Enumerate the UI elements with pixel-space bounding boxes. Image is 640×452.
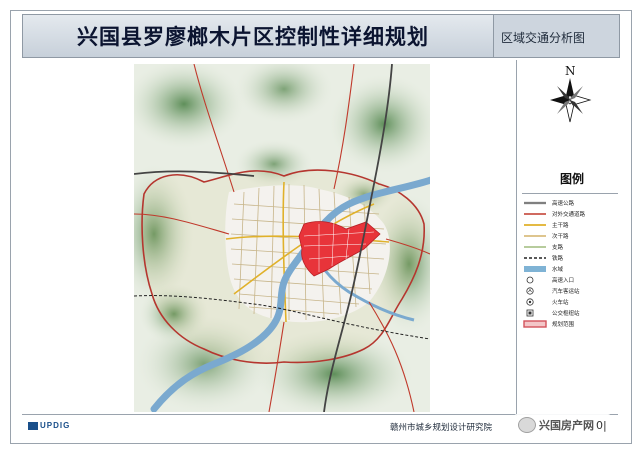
branch-road-swatch: [524, 246, 546, 248]
legend-divider: [516, 60, 517, 416]
legend-label: 高速公路: [552, 201, 575, 207]
circle-icon-swatch: [526, 276, 534, 284]
water-swatch: [524, 266, 546, 272]
legend-label: 对外交通道路: [552, 212, 586, 218]
legend-label: 公交枢纽站: [552, 311, 580, 317]
logo-text: UPDIG: [40, 421, 71, 430]
legend-label: 火车站: [552, 300, 569, 306]
legend-item-bus-hub-icon: 公交枢纽站: [522, 308, 618, 318]
title-panel: 兴国县罗廖榔木片区控制性详细规划: [23, 15, 494, 57]
legend-label: 水域: [552, 267, 564, 273]
legend-item-water: 水域: [522, 264, 618, 274]
updig-logo: UPDIG: [28, 421, 70, 430]
page-title: 兴国县罗廖榔木片区控制性详细规划: [77, 25, 429, 49]
legend-separator: [522, 193, 618, 194]
map-canvas: [134, 64, 430, 412]
legend-item-plan-boundary: 规划范围: [522, 319, 618, 329]
legend-item-railway: 铁路: [522, 253, 618, 263]
legend-item-highway: 高速公路: [522, 198, 618, 208]
logo-mark-icon: [28, 421, 38, 430]
secondary-road-swatch: [524, 235, 546, 237]
legend-item-train-station-icon: 火车站: [522, 297, 618, 307]
legend-item-main-road: 主干路: [522, 220, 618, 230]
map-legend: 图例 高速公路对外交通道路 主干路次干路支路铁路水域高速入口汽车客运站火车站公交枢…: [522, 170, 618, 330]
legend-label: 支路: [552, 245, 564, 251]
legend-label: 铁路: [552, 256, 564, 262]
legend-item-external-road: 对外交通道路: [522, 209, 618, 219]
north-arrow-icon: [550, 78, 592, 123]
title-bar: 兴国县罗廖榔木片区控制性详细规划 区域交通分析图: [22, 14, 620, 58]
highway-swatch: [524, 201, 546, 205]
legend-items: 高速公路对外交通道路 主干路次干路支路铁路水域高速入口汽车客运站火车站公交枢纽站规…: [522, 198, 618, 329]
railway-swatch: [524, 257, 546, 259]
legend-item-secondary-road: 次干路: [522, 231, 618, 241]
plan-boundary-swatch: [523, 320, 547, 328]
legend-label: 次干路: [552, 234, 569, 240]
main-road-swatch: [524, 224, 546, 226]
train-station-icon-swatch: [526, 298, 534, 306]
bus-hub-icon-swatch: [526, 309, 534, 317]
legend-label: 高速入口: [552, 278, 575, 284]
watermark-text: 兴国房产网: [539, 419, 594, 432]
external-road-swatch: [524, 213, 546, 215]
bus-station-icon-swatch: [526, 287, 534, 295]
wechat-icon: [518, 417, 536, 433]
legend-item-circle-icon: 高速入口: [522, 275, 618, 285]
legend-label: 主干路: [552, 223, 569, 229]
legend-title: 图例: [559, 172, 584, 186]
legend-label: 规划范围: [552, 322, 575, 328]
organization-name: 赣州市城乡规划设计研究院: [390, 423, 493, 433]
map-subtitle: 区域交通分析图: [501, 31, 586, 45]
traffic-map: [134, 64, 430, 412]
legend-item-branch-road: 支路: [522, 242, 618, 252]
watermark-suffix: 0|: [596, 418, 607, 432]
legend-item-bus-station-icon: 汽车客运站: [522, 286, 618, 296]
legend-label: 汽车客运站: [552, 289, 580, 295]
watermark: 兴国房产网 0|: [514, 414, 611, 436]
